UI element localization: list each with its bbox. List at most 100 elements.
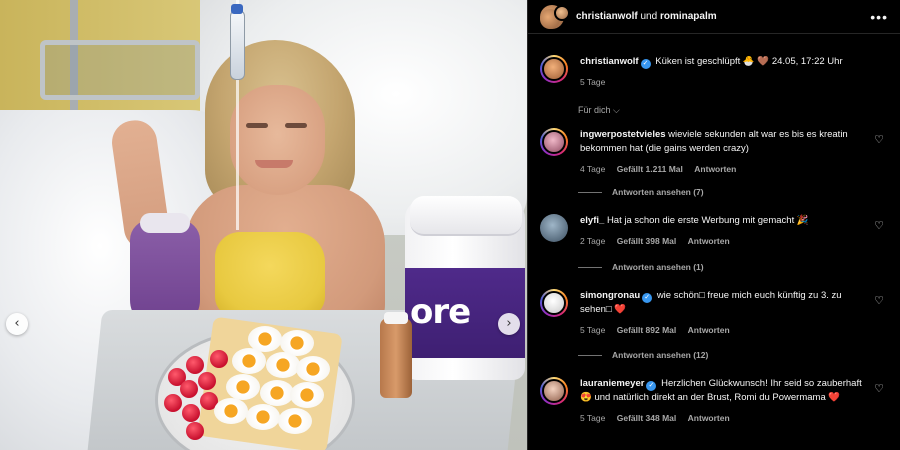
- raspberry: [180, 380, 198, 398]
- comment-meta: 4 Tage Gefällt 1.211 Mal Antworten: [580, 162, 870, 176]
- reply-button[interactable]: Antworten: [688, 413, 730, 423]
- view-replies-label: Antworten ansehen (1): [612, 262, 704, 272]
- comment-item: elyfi_ Hat ja schon die erste Werbung mi…: [540, 214, 890, 248]
- verified-badge-icon: ✓: [640, 59, 651, 69]
- caption-text: Küken ist geschlüpft 🐣 🤎 24.05, 17:22 Uh…: [655, 56, 843, 67]
- comment-text: Hat ja schon die erste Werbung mit gemac…: [606, 215, 809, 226]
- avatar-rominapalm: [554, 4, 570, 21]
- comment-avatar[interactable]: [540, 289, 568, 317]
- caption-avatar[interactable]: [540, 55, 568, 83]
- comment-meta: 5 Tage Gefällt 348 Mal Antworten: [580, 411, 870, 425]
- translate-label: Für dich: [578, 105, 611, 115]
- comment-username[interactable]: ingwerpostetvieles: [580, 129, 666, 140]
- caption-age: 5 Tage: [580, 77, 606, 87]
- avatar-image: [542, 291, 566, 315]
- header-avatar[interactable]: [540, 4, 570, 29]
- comment-likes[interactable]: Gefällt 348 Mal: [617, 413, 677, 423]
- verified-badge-icon: ✓: [646, 381, 657, 391]
- iv-drip-chamber: [230, 10, 245, 80]
- chevron-down-icon: ⌵: [613, 105, 620, 115]
- reply-button[interactable]: Antworten: [688, 236, 730, 246]
- comment-body: elyfi_ Hat ja schon die erste Werbung mi…: [580, 214, 870, 248]
- raspberry: [210, 350, 228, 368]
- avatar-image: [542, 130, 566, 154]
- verified-badge-icon: ✓: [642, 293, 653, 303]
- comment-item: simongronau ✓ wie schön□ freue mich euch …: [540, 289, 890, 337]
- view-replies-button[interactable]: Antworten ansehen (7): [578, 187, 704, 197]
- header-user1[interactable]: christianwolf: [576, 11, 638, 22]
- egg-half: [266, 352, 300, 378]
- prev-slide-icon[interactable]: ‹: [6, 313, 28, 335]
- right-eye: [285, 123, 307, 128]
- reply-button[interactable]: Antworten: [694, 164, 736, 174]
- more-dots-icon[interactable]: •••: [870, 9, 888, 25]
- comment-likes[interactable]: Gefällt 398 Mal: [617, 236, 677, 246]
- like-heart-icon[interactable]: ♡: [874, 382, 884, 395]
- comment-meta: 2 Tage Gefällt 398 Mal Antworten: [580, 234, 870, 248]
- comment-likes[interactable]: Gefällt 1.211 Mal: [617, 164, 683, 174]
- comment-item: ingwerpostetvieles wieviele sekunden alt…: [540, 128, 890, 176]
- avatar-image: [542, 57, 566, 81]
- protein-tub-lid: [410, 196, 522, 236]
- raspberry: [186, 422, 204, 440]
- bottle-cap: [140, 213, 190, 233]
- raspberry: [182, 404, 200, 422]
- comment-username[interactable]: simongronau: [580, 290, 640, 301]
- caption-body: christianwolf ✓ Küken ist geschlüpft 🐣 🤎 …: [580, 55, 843, 89]
- comment-body: ingwerpostetvieles wieviele sekunden alt…: [580, 128, 870, 176]
- small-bottle-cap: [384, 312, 408, 324]
- avatar-image: [542, 379, 566, 403]
- header-user2[interactable]: rominapalm: [660, 11, 717, 22]
- like-heart-icon[interactable]: ♡: [874, 219, 884, 232]
- egg-half: [290, 382, 324, 408]
- smile: [255, 160, 293, 168]
- reply-button[interactable]: Antworten: [688, 325, 730, 335]
- raspberry: [198, 372, 216, 390]
- egg-half: [260, 380, 294, 406]
- comments-panel: christianwolf und rominapalm ••• christi…: [527, 0, 900, 450]
- comment-body: lauraniemeyer ✓ Herzlichen Glückwunsch! I…: [580, 377, 870, 425]
- view-replies-button[interactable]: Antworten ansehen (12): [578, 350, 708, 360]
- caption-meta: 5 Tage: [580, 75, 843, 89]
- view-replies-label: Antworten ansehen (7): [612, 187, 704, 197]
- yellow-towel: [215, 232, 325, 317]
- iv-cap: [231, 4, 243, 14]
- raspberry: [186, 356, 204, 374]
- comment-likes[interactable]: Gefällt 892 Mal: [617, 325, 677, 335]
- post-photo[interactable]: ore ‹ ›: [0, 0, 527, 450]
- next-slide-icon[interactable]: ›: [498, 313, 520, 335]
- comment-username[interactable]: lauraniemeyer: [580, 378, 644, 389]
- egg-half: [296, 356, 330, 382]
- like-heart-icon[interactable]: ♡: [874, 133, 884, 146]
- comment-age: 2 Tage: [580, 236, 606, 246]
- egg-half: [226, 374, 260, 400]
- comment-body: simongronau ✓ wie schön□ freue mich euch …: [580, 289, 870, 337]
- bed-rail: [40, 40, 200, 100]
- protein-tub-text: ore: [410, 292, 471, 332]
- egg-half: [278, 408, 312, 434]
- like-heart-icon[interactable]: ♡: [874, 294, 884, 307]
- translate-toggle[interactable]: Für dich ⌵: [578, 105, 620, 116]
- caption: christianwolf ✓ Küken ist geschlüpft 🐣 🤎 …: [540, 55, 890, 89]
- post-header: christianwolf und rominapalm •••: [528, 0, 900, 34]
- egg-half: [214, 398, 248, 424]
- comment-meta: 5 Tage Gefällt 892 Mal Antworten: [580, 323, 870, 337]
- comment-username[interactable]: elyfi_: [580, 215, 604, 226]
- comment-item: lauraniemeyer ✓ Herzlichen Glückwunsch! I…: [540, 377, 890, 425]
- left-eye: [246, 123, 268, 128]
- raspberry: [164, 394, 182, 412]
- small-drink-bottle: [380, 318, 412, 398]
- comment-avatar[interactable]: [540, 128, 568, 156]
- comment-avatar[interactable]: [540, 377, 568, 405]
- instagram-post-view: ore ‹ › christianwolf und rominapalm •••: [0, 0, 900, 450]
- comment-age: 5 Tage: [580, 325, 606, 335]
- comment-age: 5 Tage: [580, 413, 606, 423]
- egg-half: [232, 348, 266, 374]
- caption-username[interactable]: christianwolf: [580, 56, 639, 67]
- egg-half: [246, 404, 280, 430]
- view-replies-button[interactable]: Antworten ansehen (1): [578, 262, 704, 272]
- header-title[interactable]: christianwolf und rominapalm: [576, 11, 717, 22]
- view-replies-label: Antworten ansehen (12): [612, 350, 709, 360]
- header-connector: und: [640, 11, 658, 22]
- comment-avatar[interactable]: [540, 214, 568, 242]
